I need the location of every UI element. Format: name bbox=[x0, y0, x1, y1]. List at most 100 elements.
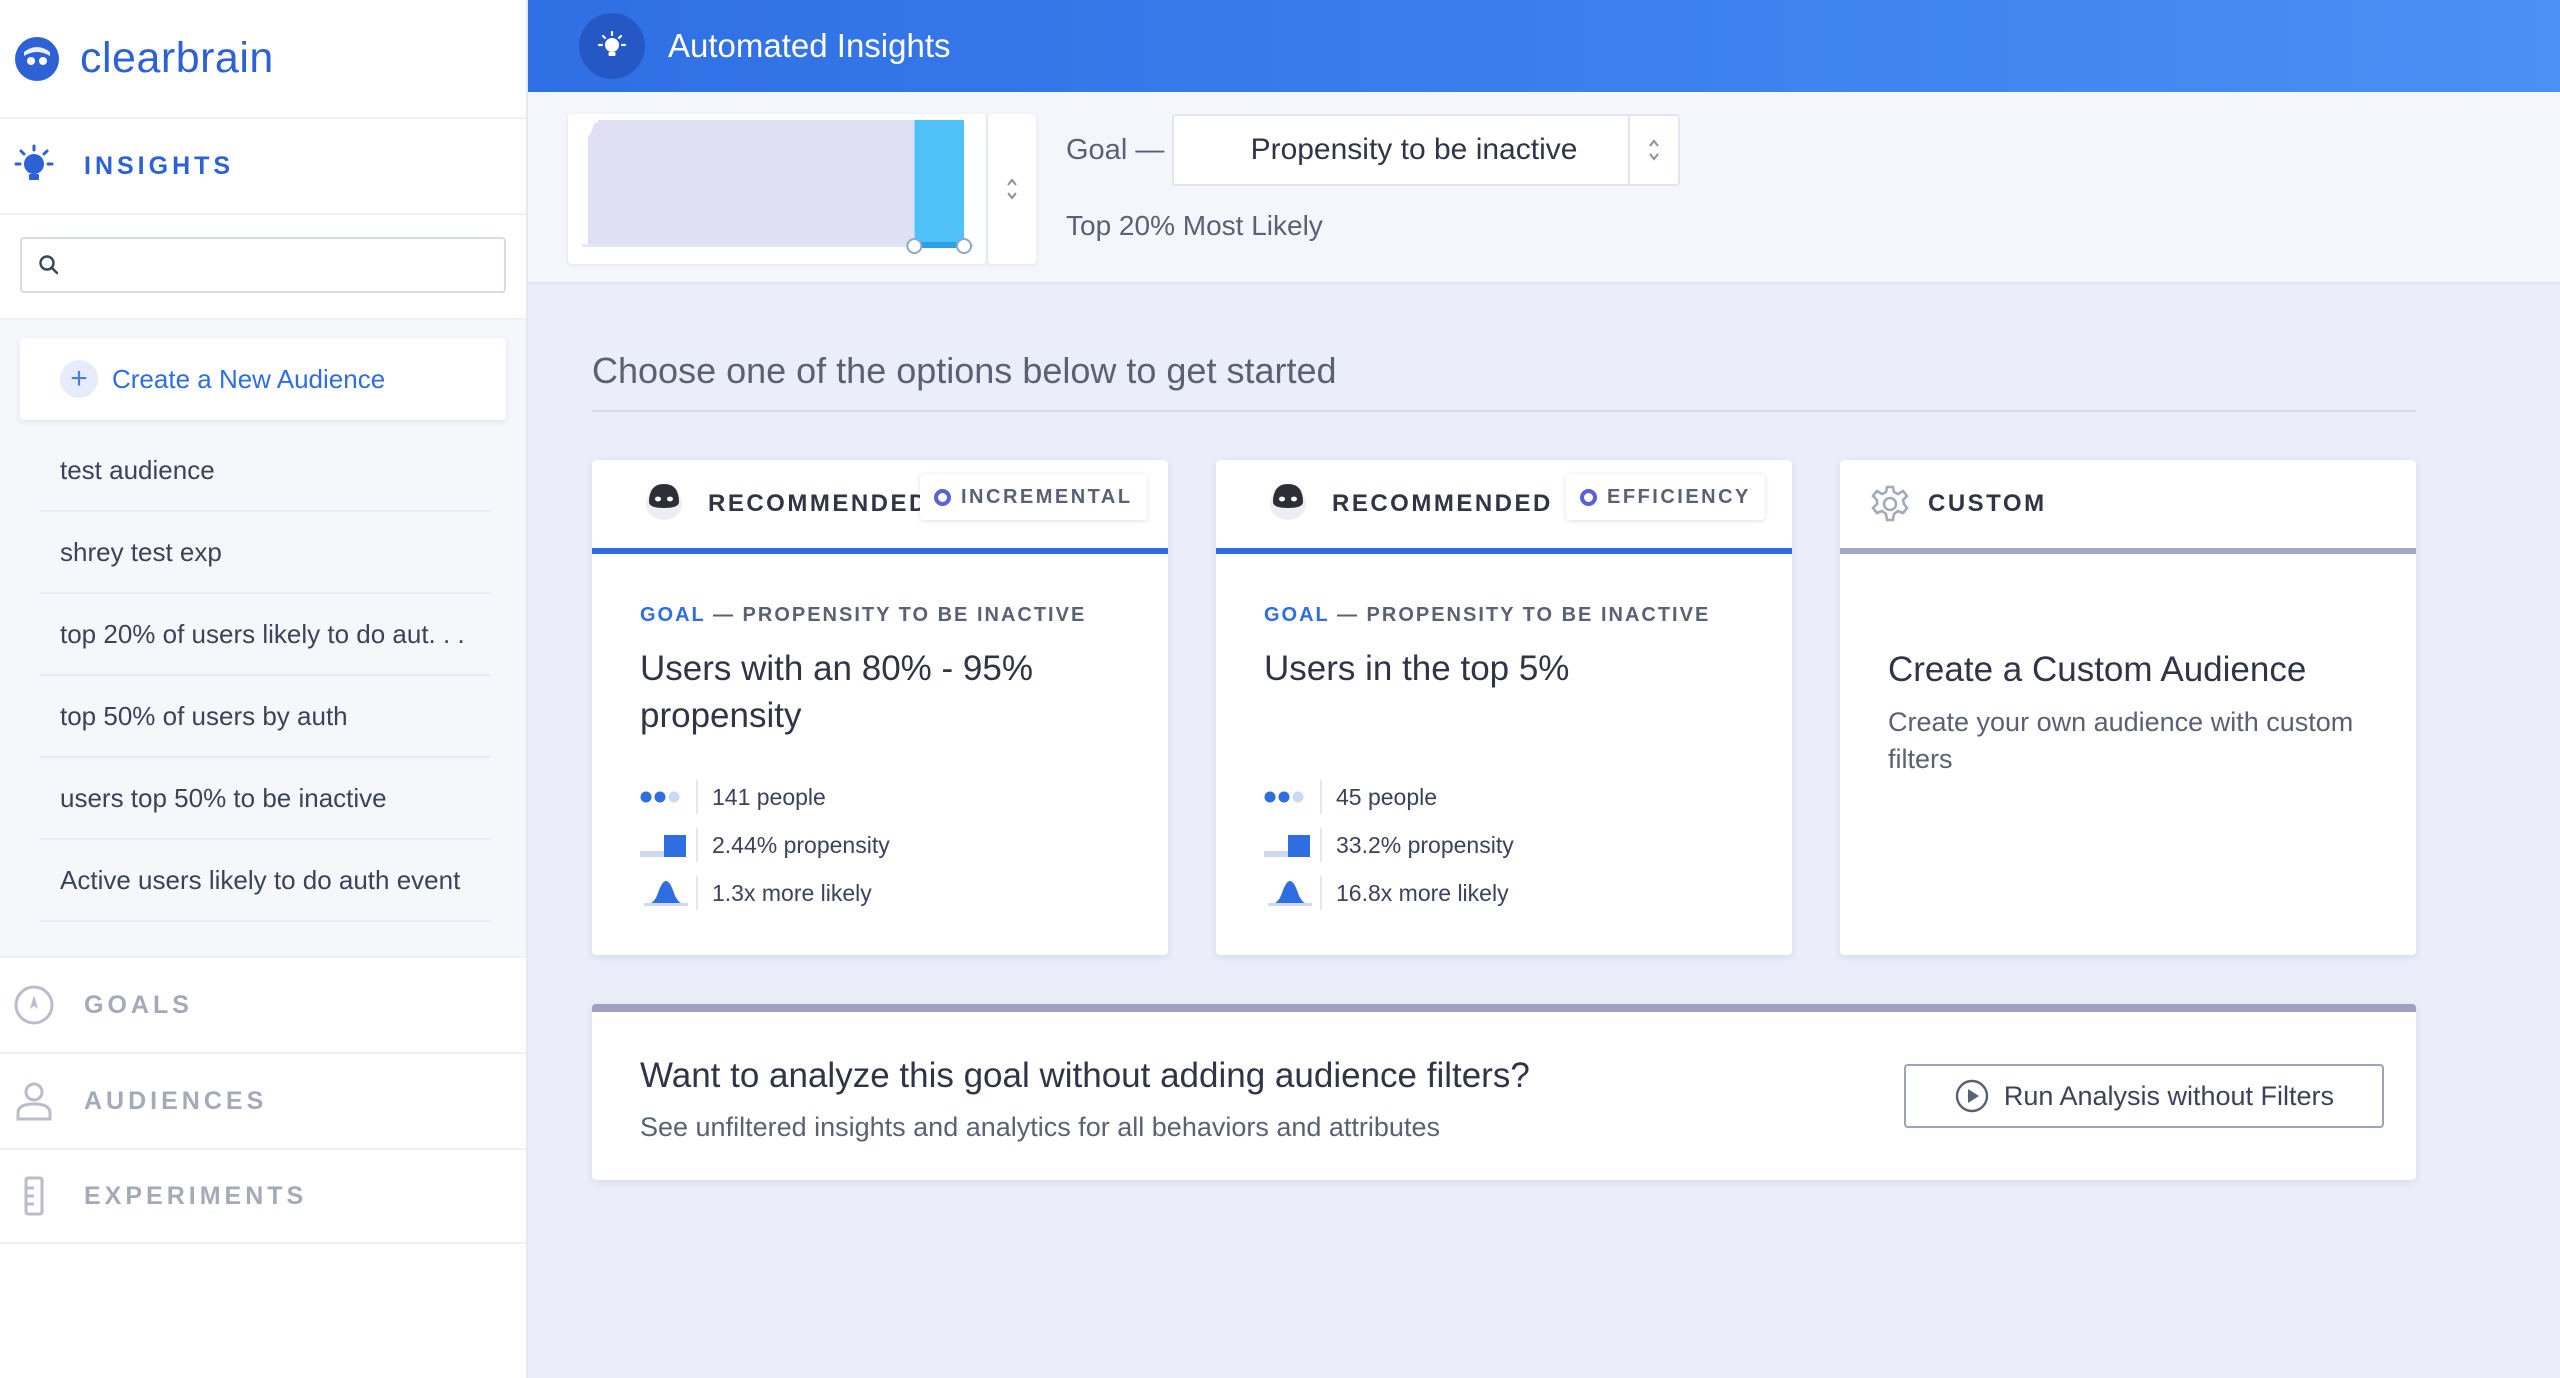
tag-label: EFFICIENCY bbox=[1607, 485, 1751, 508]
histogram-selected-range bbox=[914, 120, 964, 244]
nav-insights-label: INSIGHTS bbox=[84, 151, 235, 180]
custom-audience-card[interactable]: CUSTOM Create a Custom Audience Create y… bbox=[1840, 460, 2416, 955]
header-icon-wrap bbox=[558, 0, 666, 92]
goal-select[interactable]: Propensity to be inactive bbox=[1172, 114, 1680, 186]
goal-key: GOAL bbox=[1264, 604, 1330, 626]
updown-arrows-icon bbox=[1628, 116, 1678, 184]
audience-item[interactable]: users top 50% to be inactive bbox=[40, 758, 490, 840]
brand[interactable]: clearbrain bbox=[0, 0, 526, 119]
goal-subtitle: Top 20% Most Likely bbox=[1066, 210, 1323, 241]
nav-audiences[interactable]: AUDIENCES bbox=[0, 1052, 526, 1148]
card-title: Users in the top 5% bbox=[1264, 649, 1570, 688]
person-icon bbox=[10, 1077, 58, 1125]
bar-step-icon bbox=[640, 828, 698, 862]
stat-propensity: 2.44% propensity bbox=[640, 821, 1120, 869]
robot-icon bbox=[646, 484, 682, 520]
stat-people: 141 people bbox=[640, 773, 1120, 821]
dots-icon bbox=[1264, 780, 1322, 814]
updown-arrows-icon bbox=[1007, 178, 1017, 200]
card-title: Create a Custom Audience bbox=[1888, 650, 2307, 689]
tag-efficiency: EFFICIENCY bbox=[1566, 474, 1765, 520]
card-description: Create your own audience with custom fil… bbox=[1888, 707, 2354, 774]
sidebar: clearbrain INSIGHTS + Create a New Audie… bbox=[0, 0, 528, 1378]
clearbrain-logo-icon bbox=[15, 36, 59, 81]
analyze-description: See unfiltered insights and analytics fo… bbox=[640, 1112, 1440, 1142]
goal-select-value: Propensity to be inactive bbox=[1250, 133, 1578, 166]
run-analysis-label: Run Analysis without Filters bbox=[2003, 1080, 2335, 1111]
stat-likely: 1.3x more likely bbox=[640, 869, 1120, 917]
run-analysis-button[interactable]: Run Analysis without Filters bbox=[1904, 1064, 2384, 1128]
recommended-card-incremental[interactable]: RECOMMENDED INCREMENTAL GOAL — PROPENSIT… bbox=[592, 460, 1168, 955]
brand-name: clearbrain bbox=[80, 34, 274, 82]
histogram-stepper[interactable] bbox=[988, 114, 1036, 264]
card-body: GOAL — PROPENSITY TO BE INACTIVE Users i… bbox=[1216, 554, 1792, 917]
audience-item[interactable]: shrey test exp bbox=[40, 512, 490, 594]
analyze-title: Want to analyze this goal without adding… bbox=[640, 1056, 1530, 1095]
card-header: RECOMMENDED INCREMENTAL bbox=[592, 460, 1168, 554]
create-audience-button[interactable]: + Create a New Audience bbox=[20, 338, 506, 420]
histogram-handle-left[interactable] bbox=[906, 238, 923, 254]
options-prompt: Choose one of the options below to get s… bbox=[592, 350, 2416, 412]
stat-propensity-text: 2.44% propensity bbox=[712, 831, 890, 858]
nav-insights[interactable]: INSIGHTS bbox=[0, 119, 526, 215]
histogram-chart bbox=[582, 120, 974, 254]
stat-propensity-text: 33.2% propensity bbox=[1336, 831, 1514, 858]
lightbulb-icon bbox=[579, 13, 645, 79]
goal-label: Goal — bbox=[1066, 134, 1165, 166]
card-body: Create a Custom Audience Create your own… bbox=[1840, 554, 2416, 778]
goal-rest: — PROPENSITY TO BE INACTIVE bbox=[1329, 604, 1711, 626]
card-header: CUSTOM bbox=[1840, 460, 2416, 554]
nav-goals[interactable]: GOALS bbox=[0, 956, 526, 1052]
nav-experiments-label: EXPERIMENTS bbox=[84, 1181, 308, 1210]
search-box[interactable] bbox=[20, 237, 506, 293]
goal-key: GOAL bbox=[640, 604, 706, 626]
search-input[interactable] bbox=[70, 251, 504, 279]
stat-likely-text: 16.8x more likely bbox=[1336, 879, 1509, 906]
card-label: CUSTOM bbox=[1928, 490, 2047, 517]
tag-incremental: INCREMENTAL bbox=[920, 474, 1147, 520]
search-icon bbox=[39, 255, 59, 275]
nav-goals-label: GOALS bbox=[84, 990, 193, 1019]
ring-icon bbox=[934, 488, 951, 506]
analyze-panel: Want to analyze this goal without adding… bbox=[592, 1004, 2416, 1180]
histogram-base bbox=[588, 120, 914, 244]
stat-people-text: 141 people bbox=[712, 783, 826, 810]
robot-icon bbox=[1270, 484, 1306, 520]
bar-step-icon bbox=[1264, 828, 1322, 862]
stat-propensity: 33.2% propensity bbox=[1264, 821, 1744, 869]
card-header: RECOMMENDED EFFICIENCY bbox=[1216, 460, 1792, 554]
propensity-histogram[interactable] bbox=[568, 114, 986, 264]
audience-item[interactable]: top 20% of users likely to do aut. . . bbox=[40, 594, 490, 676]
audience-item[interactable]: test audience bbox=[40, 430, 490, 512]
play-icon bbox=[1955, 1079, 1989, 1113]
card-label: RECOMMENDED bbox=[1332, 490, 1553, 517]
histogram-handle-right[interactable] bbox=[956, 238, 972, 254]
stat-likely-text: 1.3x more likely bbox=[712, 879, 872, 906]
card-stats: 45 people 33.2% propensity 16.8x more li… bbox=[1264, 773, 1744, 917]
card-goal-line: GOAL — PROPENSITY TO BE INACTIVE bbox=[1264, 604, 1744, 627]
audience-list: test audience shrey test exp top 20% of … bbox=[20, 430, 506, 922]
compass-icon bbox=[10, 981, 58, 1029]
audience-item[interactable]: Active users likely to do auth event bbox=[40, 840, 490, 922]
test-tube-icon bbox=[10, 1172, 58, 1220]
card-label: RECOMMENDED bbox=[708, 490, 929, 517]
ring-icon bbox=[1580, 488, 1597, 506]
stat-people-text: 45 people bbox=[1336, 783, 1438, 810]
bell-curve-icon bbox=[640, 876, 698, 910]
lightbulb-icon bbox=[10, 142, 58, 190]
card-title: Users with an 80% - 95% propensity bbox=[640, 649, 1033, 735]
card-goal-line: GOAL — PROPENSITY TO BE INACTIVE bbox=[640, 604, 1120, 627]
gear-icon bbox=[1871, 485, 1909, 522]
bell-curve-icon bbox=[1264, 876, 1322, 910]
tag-label: INCREMENTAL bbox=[961, 485, 1133, 508]
card-body: GOAL — PROPENSITY TO BE INACTIVE Users w… bbox=[592, 554, 1168, 917]
page-title: Automated Insights bbox=[668, 27, 951, 64]
dots-icon bbox=[640, 780, 698, 814]
goal-rest: — PROPENSITY TO BE INACTIVE bbox=[705, 604, 1087, 626]
audience-area: + Create a New Audience test audience sh… bbox=[0, 320, 526, 956]
stat-people: 45 people bbox=[1264, 773, 1744, 821]
audience-item[interactable]: top 50% of users by auth bbox=[40, 676, 490, 758]
recommended-card-efficiency[interactable]: RECOMMENDED EFFICIENCY GOAL — PROPENSITY… bbox=[1216, 460, 1792, 955]
nav-experiments[interactable]: EXPERIMENTS bbox=[0, 1148, 526, 1244]
stat-likely: 16.8x more likely bbox=[1264, 869, 1744, 917]
